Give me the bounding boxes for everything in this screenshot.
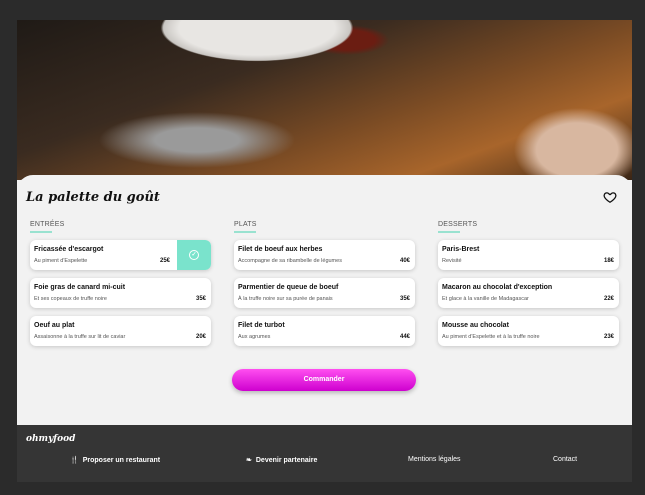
menu-item-description: À la truffe noire sur sa purée de panais	[238, 296, 333, 302]
menu-item-name: Fricassée d'escargot	[34, 246, 104, 253]
selected-indicator[interactable]: ✓	[177, 240, 211, 270]
leaf-icon: ❧	[246, 457, 252, 464]
footer-link-propose-restaurant[interactable]: 🍴 Proposer un restaurant	[70, 456, 160, 464]
menu-item-description: Revisité	[442, 258, 462, 264]
menu-item[interactable]: Filet de boeuf aux herbes Accompagne de …	[234, 240, 415, 270]
heading-underline	[30, 231, 52, 233]
menu-item[interactable]: Parmentier de queue de boeuf À la truffe…	[234, 278, 415, 308]
menu-item-price: 22€	[603, 296, 614, 302]
menu-item[interactable]: Mousse au chocolat Au piment d'Espelette…	[438, 316, 619, 346]
menu-item-price: 25€	[159, 258, 170, 264]
menu-item-name: Macaron au chocolat d'exception	[442, 284, 553, 291]
menu-column-desserts: DESSERTS Paris-Brest Revisité 18€ Macaro…	[438, 221, 619, 346]
menu-item-price: 23€	[603, 334, 614, 340]
check-icon: ✓	[189, 250, 199, 260]
menu-item[interactable]: Filet de turbot Aux agrumes 44€	[234, 316, 415, 346]
menu-item-price: 44€	[399, 334, 410, 340]
menu-item-name: Mousse au chocolat	[442, 322, 509, 329]
heart-icon[interactable]	[603, 190, 617, 204]
column-heading: DESSERTS	[438, 221, 478, 228]
footer-link-label: Devenir partenaire	[255, 457, 318, 464]
menu-item[interactable]: Oeuf au plat Assaisonne à la truffe sur …	[30, 316, 211, 346]
menu-item-price: 20€	[195, 334, 206, 340]
menu-item-description: Assaisonne à la truffe sur lit de caviar	[34, 334, 126, 340]
menu-item-name: Oeuf au plat	[34, 322, 75, 329]
menu-item-price: 35€	[399, 296, 410, 302]
heading-underline	[234, 231, 256, 233]
menu-column-mains: PLATS Filet de boeuf aux herbes Accompag…	[234, 221, 415, 346]
menu-item[interactable]: Foie gras de canard mi-cuit Et ses copea…	[30, 278, 211, 308]
column-heading: ENTRÉES	[30, 221, 65, 228]
menu-item-description: Au piment d'Espelette et à la truffe noi…	[442, 334, 540, 340]
menu-item-description: Et ses copeaux de truffe noire	[34, 296, 107, 302]
menu-item-description: Au piment d'Espelette	[34, 258, 88, 264]
menu-item-price: 40€	[399, 258, 410, 264]
footer-link-partner[interactable]: ❧ Devenir partenaire	[246, 456, 317, 464]
footer-logo[interactable]: ohmyfood	[26, 434, 75, 444]
column-heading: PLATS	[234, 221, 257, 228]
menu-item[interactable]: Macaron au chocolat d'exception Et glace…	[438, 278, 619, 308]
order-button[interactable]: Commander	[232, 369, 416, 391]
cutlery-icon: 🍴	[70, 457, 79, 464]
menu-item-name: Filet de boeuf aux herbes	[238, 246, 323, 253]
page-frame: La palette du goût ENTRÉES Fricassée d'e…	[17, 20, 632, 482]
menu-item-description: Et glace à la vanille de Madagascar	[442, 296, 529, 302]
menu-item-description: Aux agrumes	[238, 334, 271, 340]
restaurant-title: La palette du goût	[26, 190, 160, 205]
menu-item-description: Accompagne de sa ribambelle de légumes	[238, 258, 342, 264]
menu-item[interactable]: Paris-Brest Revisité 18€	[438, 240, 619, 270]
menu-item-name: Parmentier de queue de boeuf	[238, 284, 339, 291]
menu-item-price: 18€	[603, 258, 614, 264]
menu-item[interactable]: Fricassée d'escargot Au piment d'Espelet…	[30, 240, 211, 270]
menu-item-name: Foie gras de canard mi-cuit	[34, 284, 126, 291]
hero-image	[17, 20, 632, 180]
menu-column-starters: ENTRÉES Fricassée d'escargot Au piment d…	[30, 221, 211, 346]
footer-link-label: Proposer un restaurant	[82, 457, 161, 464]
menu-item-name: Paris-Brest	[442, 246, 480, 253]
menu-item-price: 35€	[195, 296, 206, 302]
heading-underline	[438, 231, 460, 233]
footer-link-contact[interactable]: Contact	[553, 456, 577, 463]
menu-item-name: Filet de turbot	[238, 322, 285, 329]
footer	[17, 425, 632, 482]
footer-link-legal[interactable]: Mentions légales	[408, 456, 461, 463]
